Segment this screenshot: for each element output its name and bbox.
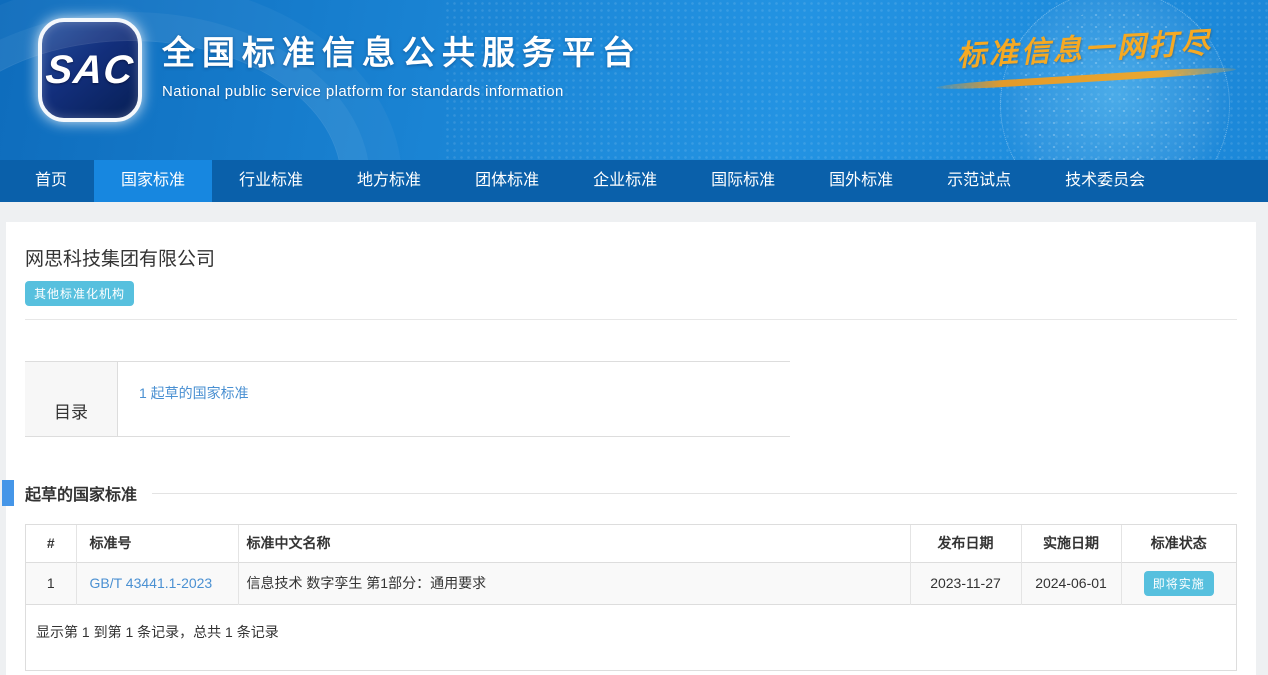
nav-item-industry-standards[interactable]: 行业标准 (212, 160, 330, 202)
company-type-badge: 其他标准化机构 (25, 281, 134, 306)
section-title: 起草的国家标准 (25, 481, 137, 505)
site-subtitle: National public service platform for sta… (162, 83, 642, 100)
nav-item-technical-committee[interactable]: 技术委员会 (1038, 160, 1172, 202)
nav-item-home[interactable]: 首页 (8, 160, 94, 202)
content-card: 网思科技集团有限公司 其他标准化机构 目录 1 起草的国家标准 起草的国家标准 … (6, 222, 1256, 675)
body-gap (0, 202, 1268, 222)
col-header-implement-date: 实施日期 (1021, 525, 1121, 562)
table-row: 1 GB/T 43441.1-2023 信息技术 数字孪生 第1部分：通用要求 … (26, 562, 1236, 604)
nav-item-national-standards[interactable]: 国家标准 (94, 160, 212, 202)
nav-item-international-standards[interactable]: 国际标准 (684, 160, 802, 202)
section-line (152, 493, 1237, 494)
sac-logo[interactable]: SAC (38, 18, 142, 122)
cell-publish-date: 2023-11-27 (910, 562, 1021, 604)
nav-item-foreign-standards[interactable]: 国外标准 (802, 160, 920, 202)
cell-std-no: GB/T 43441.1-2023 (76, 562, 238, 604)
main-nav: 首页 国家标准 行业标准 地方标准 团体标准 企业标准 国际标准 国外标准 示范… (0, 160, 1268, 202)
divider (25, 319, 1237, 320)
section-header: 起草的国家标准 (25, 479, 1237, 507)
cell-status: 即将实施 (1121, 562, 1236, 604)
col-header-index: # (26, 525, 76, 562)
toc-link-drafted-national-standards[interactable]: 1 起草的国家标准 (139, 385, 249, 401)
table-summary: 显示第 1 到第 1 条记录，总共 1 条记录 (26, 605, 1236, 670)
cell-name-cn: 信息技术 数字孪生 第1部分：通用要求 (238, 562, 910, 604)
site-title: 全国标准信息公共服务平台 (162, 26, 642, 74)
toc-content: 1 起草的国家标准 (118, 362, 790, 436)
standard-number-link[interactable]: GB/T 43441.1-2023 (90, 575, 213, 591)
col-header-status: 标准状态 (1121, 525, 1236, 562)
nav-item-pilot-demo[interactable]: 示范试点 (920, 160, 1038, 202)
col-header-name-cn: 标准中文名称 (238, 525, 910, 562)
col-header-publish-date: 发布日期 (910, 525, 1021, 562)
nav-item-group-standards[interactable]: 团体标准 (448, 160, 566, 202)
table-header-row: # 标准号 标准中文名称 发布日期 实施日期 标准状态 (26, 525, 1236, 562)
slogan-text: 标准信息一网打尽 (929, 18, 1241, 76)
nav-item-enterprise-standards[interactable]: 企业标准 (566, 160, 684, 202)
toc-box: 目录 1 起草的国家标准 (25, 361, 790, 437)
section-marker (2, 480, 14, 506)
site-titles: 全国标准信息公共服务平台 National public service pla… (162, 26, 642, 100)
standards-table: # 标准号 标准中文名称 发布日期 实施日期 标准状态 1 GB/T 43441… (26, 525, 1236, 605)
status-badge: 即将实施 (1144, 571, 1214, 596)
company-name: 网思科技集团有限公司 (25, 244, 1237, 271)
col-header-std-no: 标准号 (76, 525, 238, 562)
site-header: SAC 全国标准信息公共服务平台 National public service… (0, 0, 1268, 160)
page: SAC 全国标准信息公共服务平台 National public service… (0, 0, 1268, 675)
toc-label: 目录 (25, 362, 118, 436)
cell-implement-date: 2024-06-01 (1021, 562, 1121, 604)
sac-logo-text: SAC (44, 48, 136, 93)
cell-index: 1 (26, 562, 76, 604)
standards-table-wrap: # 标准号 标准中文名称 发布日期 实施日期 标准状态 1 GB/T 43441… (25, 524, 1237, 671)
nav-item-local-standards[interactable]: 地方标准 (330, 160, 448, 202)
